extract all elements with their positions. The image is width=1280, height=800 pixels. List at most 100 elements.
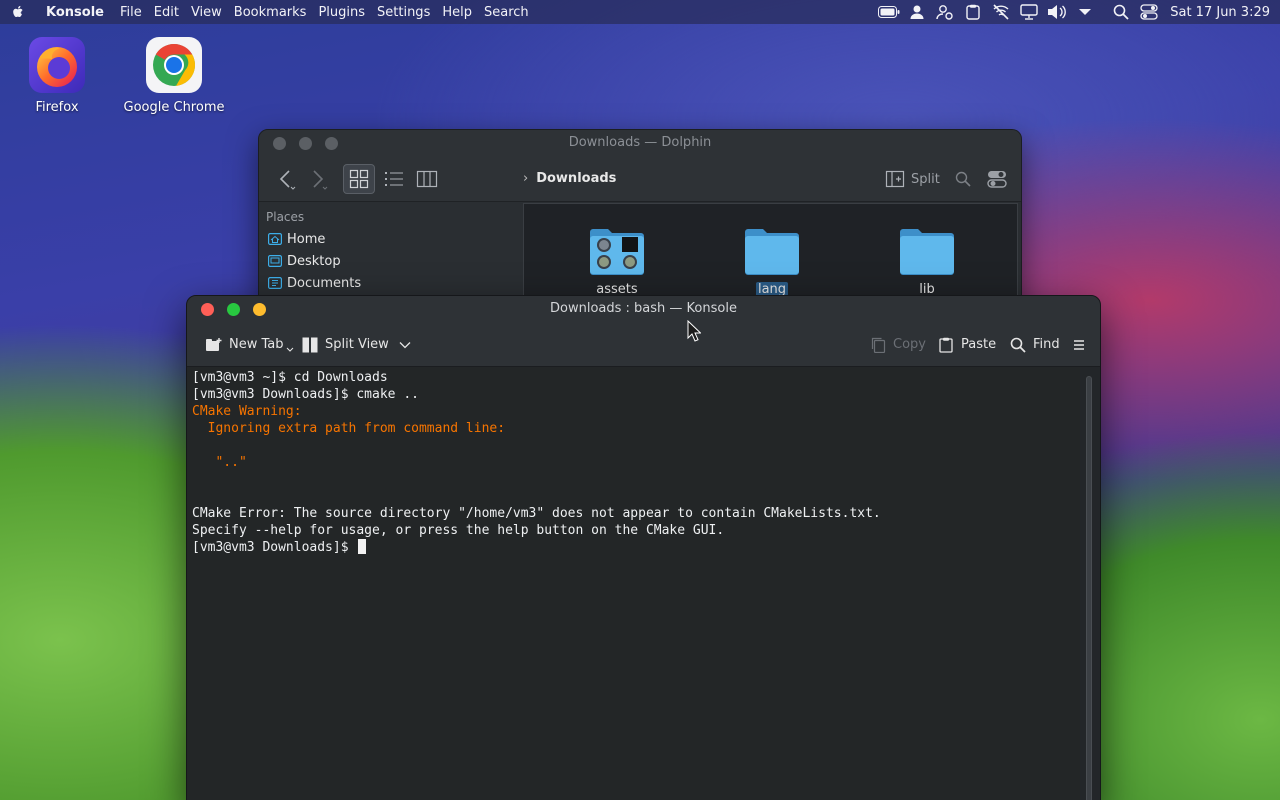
chevron-right-icon bbox=[313, 170, 328, 190]
find-button[interactable]: Find bbox=[1009, 322, 1060, 367]
user-settings-icon[interactable] bbox=[934, 3, 956, 21]
control-menu-button[interactable] bbox=[985, 164, 1009, 194]
desktop-icon-firefox[interactable]: Firefox bbox=[2, 36, 112, 115]
place-desktop[interactable]: Desktop bbox=[259, 250, 523, 272]
copy-button[interactable]: Copy bbox=[869, 322, 926, 367]
paste-icon bbox=[937, 337, 955, 353]
close-button[interactable] bbox=[273, 137, 286, 150]
menu-file[interactable]: File bbox=[120, 5, 142, 20]
search-icon[interactable] bbox=[1110, 3, 1132, 21]
terminal-output[interactable]: [vm3@vm3 ~]$ cd Downloads [vm3@vm3 Downlo… bbox=[187, 367, 1080, 800]
network-disconnected-icon[interactable] bbox=[990, 3, 1012, 21]
terminal-line: [vm3@vm3 ~]$ cd Downloads bbox=[192, 370, 388, 385]
documents-icon bbox=[268, 277, 282, 289]
search-button[interactable] bbox=[951, 164, 975, 194]
list-view-icon bbox=[385, 172, 403, 186]
new-tab-label: New Tab bbox=[229, 337, 284, 352]
menu-edit[interactable]: Edit bbox=[154, 5, 179, 20]
terminal-line: [vm3@vm3 Downloads]$ cmake .. bbox=[192, 387, 419, 402]
find-label: Find bbox=[1033, 337, 1060, 352]
hamburger-menu-button[interactable] bbox=[1073, 322, 1085, 367]
home-icon bbox=[268, 233, 282, 245]
columns-view-icon bbox=[416, 170, 438, 188]
place-label: Documents bbox=[287, 275, 362, 291]
columns-view-button[interactable] bbox=[413, 164, 441, 194]
split-view-button[interactable]: Split View bbox=[301, 322, 411, 367]
folder-icon bbox=[743, 226, 801, 276]
hamburger-menu-icon bbox=[1074, 339, 1084, 350]
file-item-lib[interactable]: lib bbox=[887, 226, 967, 297]
active-app-name[interactable]: Konsole bbox=[46, 5, 104, 20]
clock[interactable]: Sat 17 Jun 3:29 bbox=[1170, 5, 1270, 20]
mouse-pointer-icon bbox=[687, 320, 701, 342]
chrome-icon bbox=[145, 36, 203, 94]
terminal-line-warning: ".." bbox=[192, 455, 247, 470]
desktop-icon bbox=[268, 255, 282, 267]
menu-view[interactable]: View bbox=[191, 5, 222, 20]
menu-bookmarks[interactable]: Bookmarks bbox=[234, 5, 307, 20]
icons-view-button[interactable] bbox=[343, 164, 375, 194]
minimize-button[interactable] bbox=[299, 137, 312, 150]
menu-settings[interactable]: Settings bbox=[377, 5, 430, 20]
chevron-right-icon: › bbox=[523, 171, 529, 186]
breadcrumb-item[interactable]: Downloads bbox=[536, 171, 616, 186]
copy-icon bbox=[869, 337, 887, 353]
dolphin-titlebar[interactable]: Downloads — Dolphin bbox=[259, 130, 1021, 156]
chevron-down-icon[interactable] bbox=[1074, 3, 1096, 21]
details-view-button[interactable] bbox=[380, 164, 408, 194]
system-tray: Sat 17 Jun 3:29 bbox=[872, 0, 1270, 24]
konsole-window: Downloads : bash — Konsole New Tab Split… bbox=[186, 295, 1101, 800]
minimize-button[interactable] bbox=[253, 303, 266, 316]
user-icon[interactable] bbox=[906, 3, 928, 21]
grid-view-icon bbox=[349, 169, 369, 189]
place-label: Desktop bbox=[287, 253, 341, 269]
paste-button[interactable]: Paste bbox=[937, 322, 996, 367]
search-icon bbox=[1009, 337, 1027, 353]
menu-plugins[interactable]: Plugins bbox=[318, 5, 365, 20]
control-center-icon[interactable] bbox=[1138, 3, 1160, 21]
folder-thumbnails-icon bbox=[588, 226, 646, 276]
volume-icon[interactable] bbox=[1046, 3, 1068, 21]
desktop-icon-label: Firefox bbox=[35, 100, 79, 115]
place-home[interactable]: Home bbox=[259, 228, 523, 250]
copy-label: Copy bbox=[893, 337, 926, 352]
place-documents[interactable]: Documents bbox=[259, 272, 523, 294]
maximize-button[interactable] bbox=[227, 303, 240, 316]
new-tab-button[interactable]: New Tab bbox=[205, 322, 294, 367]
display-settings-icon[interactable] bbox=[1018, 3, 1040, 21]
battery-icon[interactable] bbox=[878, 3, 900, 21]
terminal-line-warning: CMake Warning: bbox=[192, 404, 302, 419]
terminal-prompt: [vm3@vm3 Downloads]$ bbox=[192, 540, 357, 555]
breadcrumb[interactable]: › Downloads bbox=[523, 156, 616, 202]
maximize-button[interactable] bbox=[325, 137, 338, 150]
file-item-assets[interactable]: assets bbox=[577, 226, 657, 297]
file-item-lang[interactable]: lang bbox=[732, 226, 812, 297]
apple-logo-icon[interactable] bbox=[10, 4, 30, 20]
new-tab-icon bbox=[205, 337, 223, 353]
dolphin-toolbar: › Downloads Split bbox=[259, 156, 1021, 202]
desktop-icon-chrome[interactable]: Google Chrome bbox=[119, 36, 229, 115]
split-view-label: Split View bbox=[325, 337, 389, 352]
text-cursor bbox=[358, 539, 367, 554]
terminal-line: CMake Error: The source directory "/home… bbox=[192, 506, 881, 521]
terminal-prompt-line: [vm3@vm3 Downloads]$ bbox=[192, 539, 1075, 556]
chevron-left-icon bbox=[279, 170, 296, 190]
window-title: Downloads — Dolphin bbox=[568, 135, 712, 150]
desktop-icon-label: Google Chrome bbox=[123, 100, 225, 115]
split-button[interactable]: Split bbox=[885, 164, 940, 194]
chevron-down-icon bbox=[399, 341, 411, 348]
split-label: Split bbox=[911, 171, 940, 187]
menu-search[interactable]: Search bbox=[484, 5, 529, 20]
back-button[interactable] bbox=[273, 164, 299, 194]
clipboard-icon[interactable] bbox=[962, 3, 984, 21]
menu-help[interactable]: Help bbox=[442, 5, 472, 20]
top-menu-bar: Konsole File Edit View Bookmarks Plugins… bbox=[0, 0, 1280, 24]
forward-button[interactable] bbox=[305, 164, 331, 194]
place-label: Home bbox=[287, 231, 326, 247]
terminal-scrollbar[interactable] bbox=[1086, 376, 1092, 800]
terminal-line: Specify --help for usage, or press the h… bbox=[192, 523, 725, 538]
close-button[interactable] bbox=[201, 303, 214, 316]
konsole-titlebar[interactable]: Downloads : bash — Konsole bbox=[187, 296, 1100, 322]
paste-label: Paste bbox=[961, 337, 997, 352]
